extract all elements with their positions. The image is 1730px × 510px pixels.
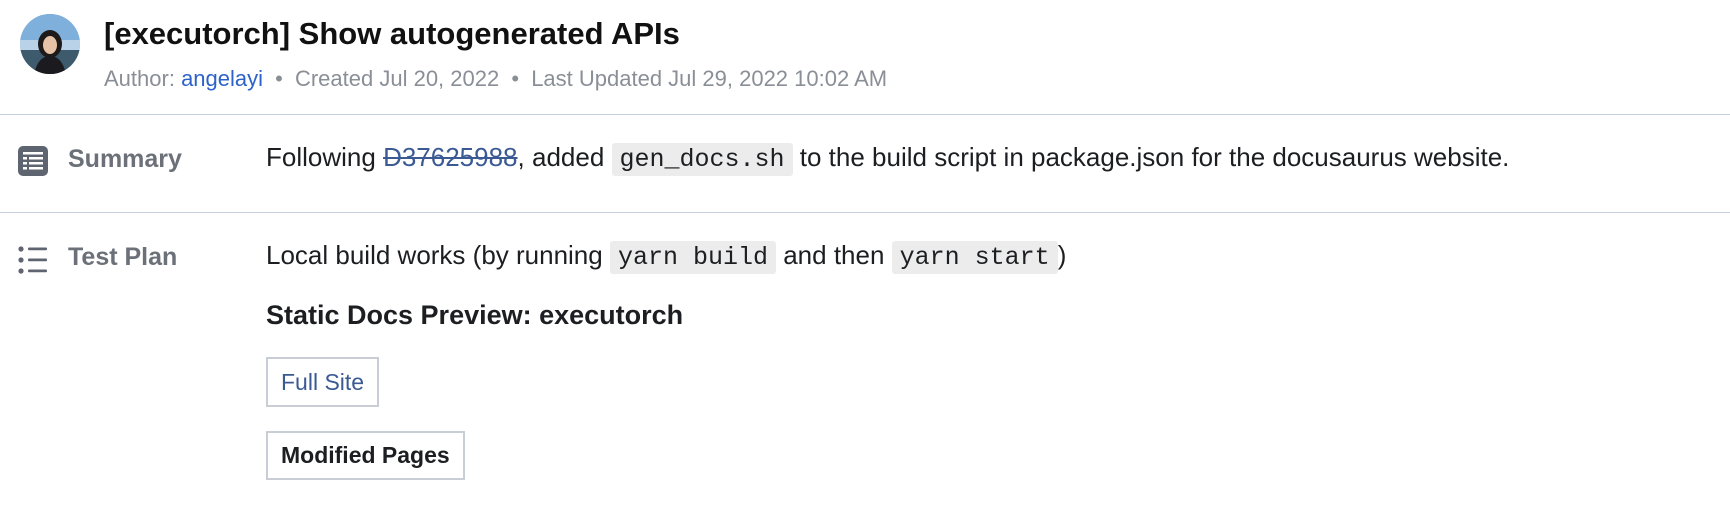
summary-divider — [0, 212, 1730, 213]
meta-separator: • — [275, 66, 283, 91]
created-date: Created Jul 20, 2022 — [294, 66, 500, 91]
modified-pages-button[interactable]: Modified Pages — [266, 431, 465, 480]
diff-link[interactable]: D37625988 — [383, 142, 517, 172]
test-plan-text-before: Local build works (by running — [266, 240, 610, 270]
test-plan-text-middle: and then — [776, 240, 892, 270]
test-plan-text: Local build works (by running yarn build… — [266, 240, 1067, 274]
summary-text-after: to the build script in package.json for … — [792, 142, 1510, 172]
summary-text: Following D37625988, added gen_docs.sh t… — [266, 142, 1510, 176]
diff-page: [executorch] Show autogenerated APIs Aut… — [0, 0, 1730, 510]
diff-header: [executorch] Show autogenerated APIs Aut… — [0, 0, 1730, 114]
document-lines-icon — [18, 146, 48, 181]
updated-date: Last Updated Jul 29, 2022 10:02 AM — [531, 66, 888, 91]
inline-code: yarn build — [609, 241, 776, 274]
page-title: [executorch] Show autogenerated APIs — [104, 16, 680, 51]
summary-label: Summary — [68, 145, 182, 173]
static-docs-heading: Static Docs Preview: executorch — [266, 300, 684, 330]
test-plan-label: Test Plan — [68, 243, 178, 271]
avatar-photo-icon — [20, 14, 80, 74]
avatar[interactable] — [20, 14, 80, 74]
author-link[interactable]: angelayi — [181, 66, 263, 91]
inline-code: gen_docs.sh — [611, 143, 793, 176]
test-plan-text-after: ) — [1057, 240, 1067, 270]
inline-code: yarn start — [891, 241, 1058, 274]
header-divider — [0, 114, 1730, 115]
full-site-button[interactable]: Full Site — [266, 357, 380, 407]
bullet-list-icon — [18, 246, 48, 279]
summary-text-middle: , added — [517, 142, 612, 172]
meta-separator: • — [511, 66, 520, 91]
diff-meta: Author: angelayi • Created Jul 20, 2022 … — [104, 66, 887, 92]
author-prefix: Author: — [104, 66, 175, 91]
summary-text-before: Following — [266, 142, 384, 172]
